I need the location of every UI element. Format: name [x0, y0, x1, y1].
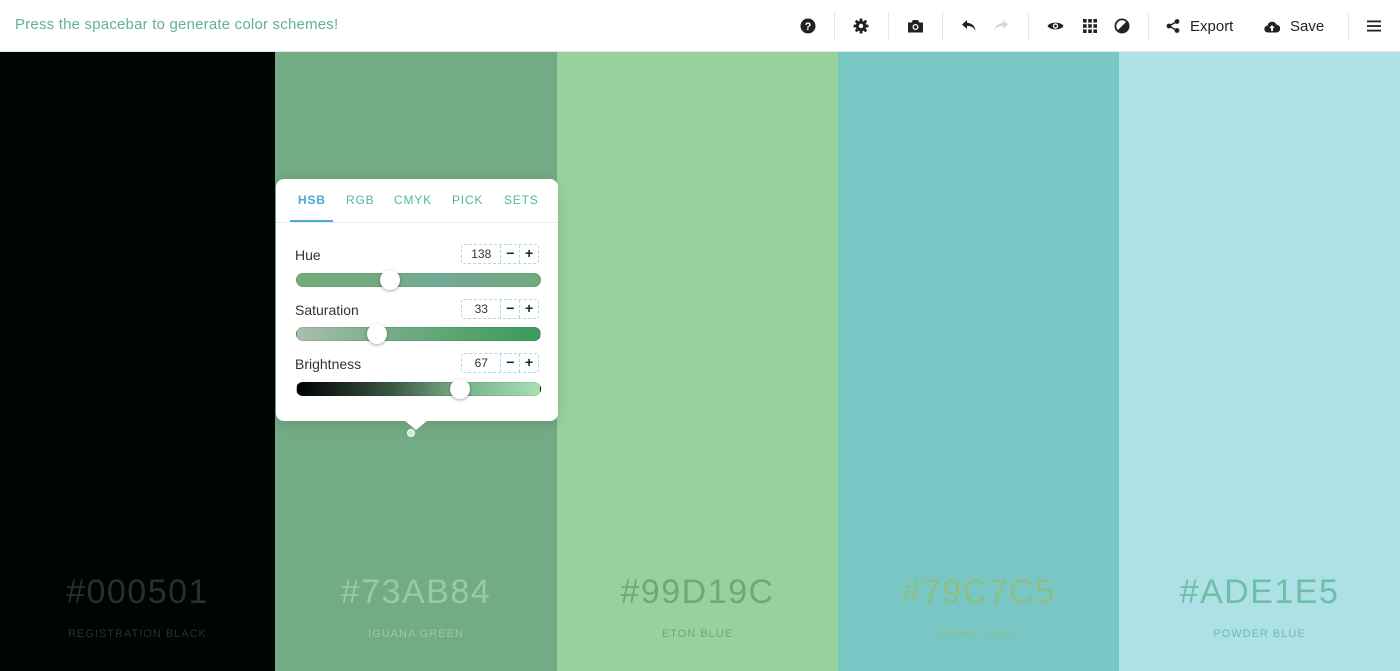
- eye-icon: [1047, 22, 1063, 30]
- toolbar-divider: [834, 12, 835, 40]
- brightness-stepper[interactable]: 67 − +: [461, 353, 539, 373]
- brightness-decrement-button[interactable]: −: [500, 354, 519, 372]
- toolbar-divider: [942, 12, 943, 40]
- hue-slider-handle[interactable]: [379, 270, 400, 290]
- color-name: POWDER BLUE: [1213, 628, 1306, 640]
- color-name: REGISTRATION BLACK: [68, 628, 207, 640]
- screenshot-button[interactable]: [905, 0, 925, 52]
- picker-tabs: HSB RGB CMYK PICK SETS: [276, 179, 558, 223]
- save-label: Save: [1290, 17, 1325, 35]
- toolbar-divider: [1348, 12, 1349, 40]
- color-hex[interactable]: #79C7C5: [838, 573, 1119, 612]
- toolbar-divider: [888, 12, 889, 40]
- contrast-icon: [1114, 18, 1130, 34]
- hue-stepper[interactable]: 138 − +: [461, 244, 539, 264]
- tab-pick[interactable]: PICK: [452, 193, 483, 207]
- redo-icon: [994, 20, 1008, 31]
- hue-label: Hue: [295, 247, 321, 263]
- color-name: IGUANA GREEN: [368, 628, 464, 640]
- color-picker-popover: HSB RGB CMYK PICK SETS Hue 138 − + Satur…: [276, 179, 558, 421]
- color-name: ETON BLUE: [661, 628, 734, 640]
- cloud-upload-icon: [1264, 21, 1280, 33]
- settings-button[interactable]: [851, 0, 871, 52]
- camera-icon: [907, 20, 923, 33]
- hue-decrement-button[interactable]: −: [500, 245, 519, 263]
- tab-cmyk[interactable]: CMYK: [394, 193, 432, 207]
- hamburger-menu-icon: [1367, 20, 1381, 32]
- saturation-stepper[interactable]: 33 − +: [461, 299, 539, 319]
- menu-button[interactable]: [1365, 0, 1383, 52]
- undo-button[interactable]: [959, 0, 979, 52]
- brightness-slider-handle[interactable]: [450, 379, 471, 399]
- tab-hsb[interactable]: HSB: [298, 193, 326, 207]
- grid-view-button[interactable]: [1080, 0, 1100, 52]
- color-column[interactable]: #99D19C ETON BLUE: [557, 52, 838, 671]
- popover-arrow: [404, 420, 428, 430]
- hue-slider[interactable]: [296, 273, 541, 287]
- brightness-slider[interactable]: [296, 382, 541, 396]
- tab-rgb[interactable]: RGB: [346, 193, 374, 207]
- color-hex[interactable]: #73AB84: [275, 573, 557, 612]
- export-label: Export: [1190, 17, 1234, 35]
- question-circle-icon: ?: [800, 18, 816, 34]
- brightness-value[interactable]: 67: [462, 354, 500, 372]
- toolbar-divider: [1148, 12, 1149, 40]
- saturation-label: Saturation: [295, 302, 359, 318]
- export-button[interactable]: Export: [1166, 0, 1233, 52]
- view-button[interactable]: [1045, 0, 1065, 52]
- saturation-slider-handle[interactable]: [366, 324, 387, 344]
- gear-icon: [853, 18, 869, 34]
- color-column[interactable]: #000501 REGISTRATION BLACK: [0, 52, 275, 671]
- saturation-value[interactable]: 33: [462, 300, 500, 318]
- toolbar-divider: [1028, 12, 1029, 40]
- color-hex[interactable]: #ADE1E5: [1119, 573, 1400, 612]
- tab-sets[interactable]: SETS: [504, 193, 539, 207]
- svg-text:?: ?: [805, 21, 812, 33]
- color-name: PEARL AQUA: [938, 628, 1019, 640]
- palette: #000501 REGISTRATION BLACK #73AB84 IGUAN…: [0, 52, 1400, 671]
- color-column[interactable]: #79C7C5 PEARL AQUA: [838, 52, 1119, 671]
- brightness-label: Brightness: [295, 356, 362, 372]
- color-hex[interactable]: #000501: [0, 573, 275, 612]
- redo-button[interactable]: [991, 0, 1011, 52]
- hue-value[interactable]: 138: [462, 245, 500, 263]
- save-button[interactable]: Save: [1264, 0, 1324, 52]
- saturation-slider[interactable]: [296, 327, 541, 341]
- color-column[interactable]: #ADE1E5 POWDER BLUE: [1119, 52, 1400, 671]
- top-toolbar: Press the spacebar to generate color sch…: [0, 0, 1400, 52]
- share-icon: [1166, 19, 1180, 33]
- grid-icon: [1083, 19, 1097, 33]
- color-anchor-dot: [407, 429, 415, 437]
- brightness-increment-button[interactable]: +: [519, 354, 538, 372]
- spacebar-hint: Press the spacebar to generate color sch…: [15, 16, 339, 33]
- undo-icon: [962, 20, 976, 31]
- saturation-increment-button[interactable]: +: [519, 300, 538, 318]
- active-tab-indicator: [290, 220, 333, 222]
- color-hex[interactable]: #99D19C: [557, 573, 838, 612]
- hue-increment-button[interactable]: +: [519, 245, 538, 263]
- help-button[interactable]: ?: [798, 0, 818, 52]
- contrast-button[interactable]: [1112, 0, 1132, 52]
- saturation-decrement-button[interactable]: −: [500, 300, 519, 318]
